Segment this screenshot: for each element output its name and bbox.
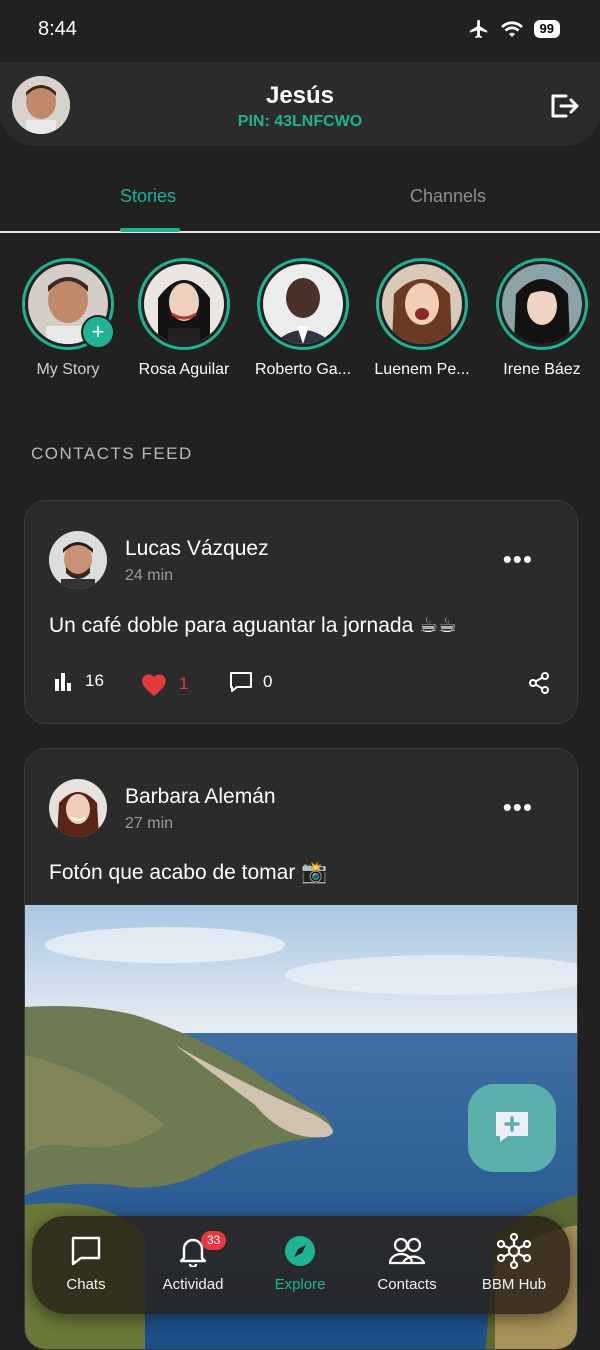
heart-icon [142, 674, 166, 697]
story-name: Rosa Aguilar [138, 361, 230, 378]
views-count: 16 [85, 671, 104, 690]
status-time: 8:44 [38, 18, 77, 40]
post-time: 24 min [125, 567, 174, 584]
post-actions: 16 1 0 [49, 671, 553, 701]
new-post-button[interactable] [468, 1084, 556, 1172]
nav-label: Contacts [377, 1276, 437, 1293]
post-text: Un café doble para aguantar la jornada ☕… [49, 614, 457, 637]
story-name: Irene Báez [503, 361, 581, 378]
story-my-story[interactable]: + My Story [8, 258, 128, 379]
post-time: 27 min [125, 815, 174, 832]
compass-icon [285, 1236, 315, 1266]
nav-actividad[interactable]: 33 Actividad [139, 1231, 247, 1293]
more-options-icon[interactable]: ••• [503, 794, 533, 820]
post-author[interactable]: Barbara Alemán [125, 785, 276, 809]
airplane-icon [469, 19, 487, 39]
avatar [502, 264, 582, 344]
tab-bar: Stories Channels [0, 146, 600, 233]
nav-label: Actividad [162, 1276, 224, 1293]
comment-button[interactable]: 0 [229, 671, 272, 693]
tab-channels[interactable]: Channels [410, 186, 486, 207]
status-icons: 99 [468, 18, 560, 40]
tab-indicator [120, 228, 180, 232]
nav-contacts[interactable]: Contacts [353, 1234, 461, 1293]
story-roberto[interactable]: Roberto Ga... [243, 258, 363, 379]
story-luenem[interactable]: Luenem Pe... [362, 258, 482, 379]
feed-section-label: CONTACTS FEED [31, 444, 193, 463]
nav-label: BBM Hub [481, 1276, 547, 1293]
tab-divider [0, 231, 600, 233]
chat-icon [71, 1236, 101, 1266]
nav-bbm-hub[interactable]: BBM Hub [460, 1233, 568, 1293]
tab-stories[interactable]: Stories [120, 186, 176, 207]
story-name: My Story [36, 361, 100, 378]
avatar[interactable] [49, 531, 107, 589]
user-name: Jesús [265, 82, 335, 109]
add-comment-icon [496, 1112, 528, 1142]
logout-icon [551, 94, 579, 118]
hub-icon [496, 1233, 532, 1269]
contacts-icon [389, 1237, 425, 1265]
avatar [263, 264, 343, 344]
nav-chats[interactable]: Chats [32, 1234, 140, 1293]
profile-header: Jesús PIN: 43LNFCWO [0, 62, 600, 146]
views-stat: 16 [53, 671, 104, 691]
stories-row: + My Story Rosa Aguilar Roberto Ga... Lu… [0, 258, 600, 388]
story-name: Roberto Ga... [254, 361, 352, 378]
nav-explore[interactable]: Explore [246, 1234, 354, 1293]
bottom-navigation: Chats 33 Actividad Explore Contacts BBM … [32, 1216, 570, 1314]
avatar [144, 264, 224, 344]
comments-count: 0 [263, 672, 273, 691]
story-name: Luenem Pe... [374, 361, 470, 378]
share-icon [529, 672, 549, 694]
like-button[interactable]: 1 [139, 671, 188, 697]
likes-count: 1 [179, 674, 189, 693]
post-text: Fotón que acabo de tomar 📸 [49, 861, 328, 884]
feed-post: Lucas Vázquez 24 min ••• Un café doble p… [24, 500, 578, 724]
wifi-icon [500, 21, 523, 37]
share-button[interactable] [527, 671, 551, 695]
bar-chart-icon [55, 673, 71, 691]
comment-icon [230, 672, 252, 692]
nav-label: Chats [66, 1276, 106, 1293]
avatar[interactable] [49, 779, 107, 837]
logout-button[interactable] [548, 90, 580, 122]
notification-badge: 33 [201, 1231, 227, 1250]
status-bar: 8:44 99 [0, 0, 600, 62]
more-options-icon[interactable]: ••• [503, 546, 533, 572]
battery-indicator: 99 [533, 20, 560, 38]
story-rosa-aguilar[interactable]: Rosa Aguilar [124, 258, 244, 379]
nav-label: Explore [274, 1276, 326, 1293]
story-irene-baez[interactable]: Irene Báez [482, 258, 600, 379]
avatar [382, 264, 462, 344]
add-story-icon: + [81, 315, 115, 349]
user-pin: PIN: 43LNFCWO [237, 113, 363, 130]
post-author[interactable]: Lucas Vázquez [125, 537, 269, 561]
